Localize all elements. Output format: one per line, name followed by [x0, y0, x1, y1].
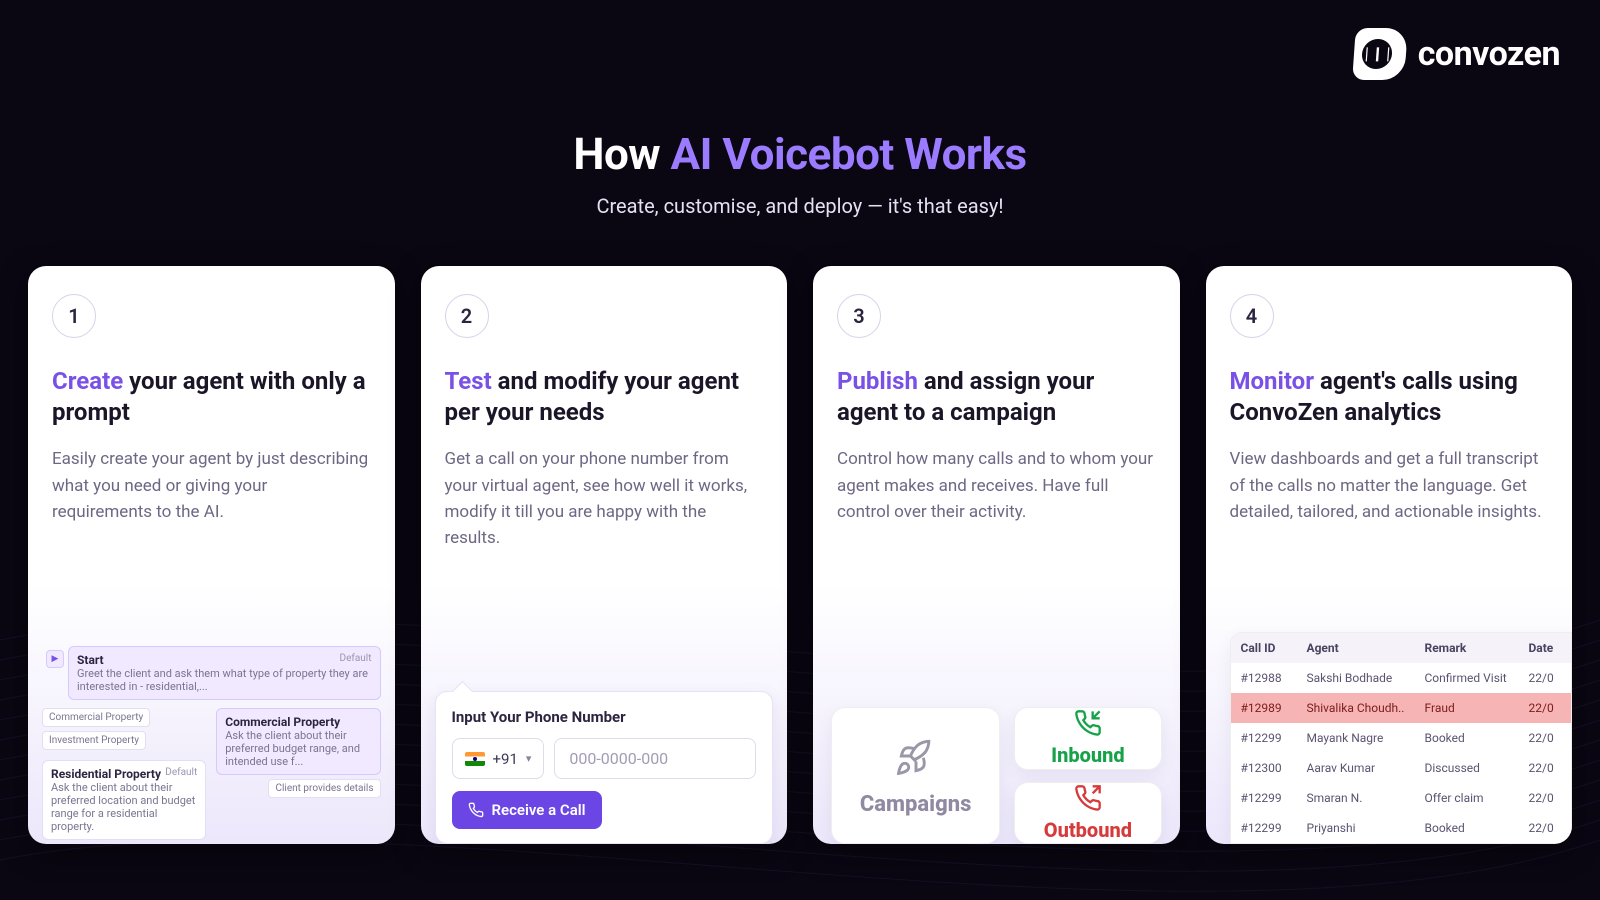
- flag-india-icon: [465, 752, 485, 766]
- step-card-test: 2 Test and modify your agent per your ne…: [421, 266, 788, 844]
- table-row[interactable]: #12299PriyanshiBooked22/0: [1231, 813, 1572, 843]
- receive-call-button[interactable]: Receive a Call: [452, 791, 602, 829]
- outbound-tile[interactable]: Outbound: [1014, 782, 1161, 845]
- table-row[interactable]: #12988Sakshi BodhadeConfirmed Visit22/0: [1231, 663, 1572, 693]
- table-row[interactable]: #12300Aarav KumarDiscussed22/0: [1231, 753, 1572, 783]
- step-body: Get a call on your phone number from you…: [445, 446, 764, 551]
- step-number: 2: [445, 294, 489, 338]
- step-title: Test and modify your agent per your need…: [445, 366, 764, 428]
- phone-icon: [468, 802, 484, 818]
- phone-label: Input Your Phone Number: [452, 708, 757, 726]
- brand-logo: ❘❙❘ convozen: [1354, 28, 1560, 80]
- table-row[interactable]: #12299Smaran N.Offer claim22/0: [1231, 783, 1572, 813]
- step-body: View dashboards and get a full transcrip…: [1230, 446, 1549, 525]
- step-body: Easily create your agent by just describ…: [52, 446, 371, 525]
- table-row[interactable]: #12299Mayank NagreBooked22/0: [1231, 723, 1572, 753]
- chevron-down-icon: ▾: [526, 752, 532, 765]
- brand-logomark: ❘❙❘: [1352, 28, 1408, 80]
- country-code-select[interactable]: +91 ▾: [452, 738, 545, 779]
- phone-incoming-icon: [1074, 709, 1102, 737]
- play-icon: ▶: [46, 650, 64, 668]
- page-subtitle: Create, customise, and deploy — it's tha…: [0, 194, 1600, 218]
- page-title: How AI Voicebot Works: [0, 128, 1600, 180]
- phone-input[interactable]: 000-0000-000: [554, 738, 756, 779]
- table-illustration: Call ID Agent Remark Date #12988Sakshi B…: [1206, 632, 1573, 844]
- step-number: 1: [52, 294, 96, 338]
- inbound-tile[interactable]: Inbound: [1014, 707, 1161, 770]
- phone-illustration: Input Your Phone Number +91 ▾ 000-0000-0…: [421, 691, 788, 844]
- table-row[interactable]: #12989Shivalika Choudh..Fraud22/0: [1231, 693, 1572, 723]
- campaigns-illustration: Campaigns Inbound Outbound: [813, 707, 1180, 844]
- table-header: Call ID Agent Remark Date: [1231, 633, 1572, 663]
- brand-name: convozen: [1418, 34, 1560, 74]
- step-number: 4: [1230, 294, 1274, 338]
- step-number: 3: [837, 294, 881, 338]
- flow-illustration: ▶ StartDefault Greet the client and ask …: [28, 642, 395, 844]
- steps-row: 1 Create your agent with only a prompt E…: [28, 266, 1572, 844]
- step-card-create: 1 Create your agent with only a prompt E…: [28, 266, 395, 844]
- step-card-monitor: 4 Monitor agent's calls using ConvoZen a…: [1206, 266, 1573, 844]
- step-title: Create your agent with only a prompt: [52, 366, 371, 428]
- campaigns-tile[interactable]: Campaigns: [831, 707, 1000, 844]
- step-title: Monitor agent's calls using ConvoZen ana…: [1230, 366, 1549, 428]
- step-body: Control how many calls and to whom your …: [837, 446, 1156, 525]
- step-card-publish: 3 Publish and assign your agent to a cam…: [813, 266, 1180, 844]
- phone-outgoing-icon: [1074, 784, 1102, 812]
- step-title: Publish and assign your agent to a campa…: [837, 366, 1156, 428]
- rocket-icon: [894, 734, 938, 778]
